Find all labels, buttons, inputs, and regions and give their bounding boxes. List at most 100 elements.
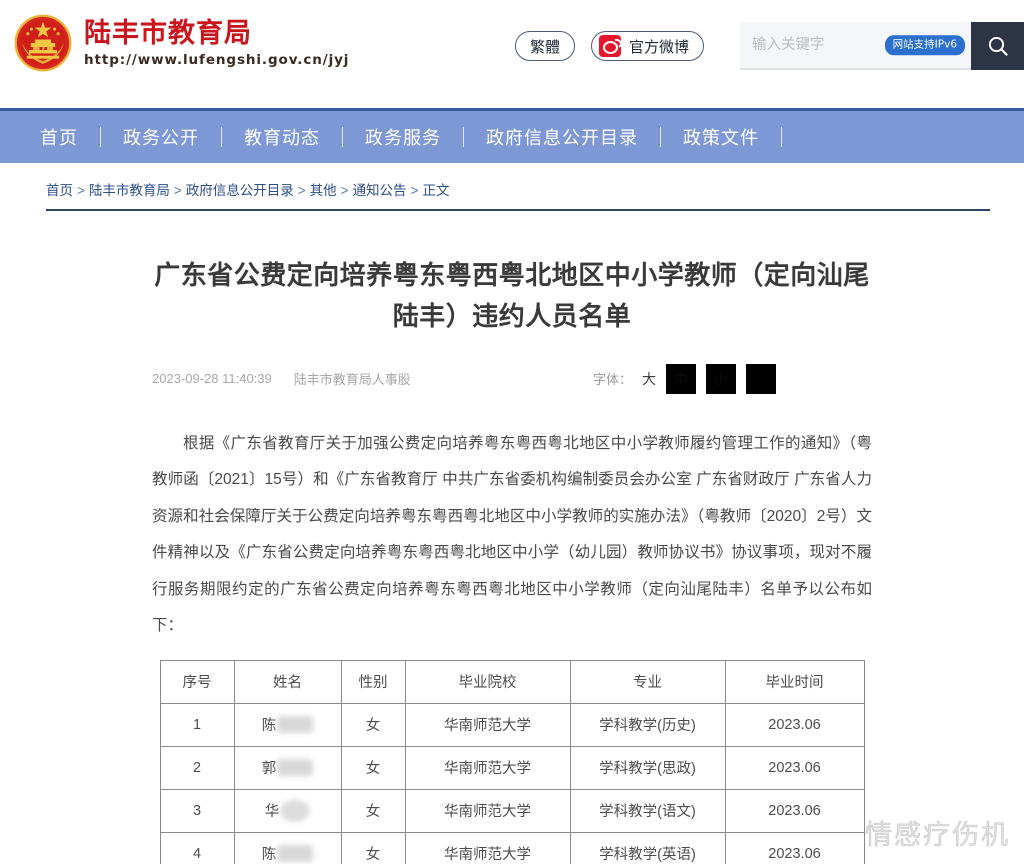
cell-school: 华南师范大学 — [405, 703, 570, 746]
font-size-controls: 字体： 大 中 小 — [593, 364, 872, 394]
redacted-name: 陈 — [262, 714, 314, 735]
cell-school: 华南师范大学 — [405, 789, 570, 832]
redacted-name: 陈 — [262, 843, 314, 864]
nav-item-affairs[interactable]: 政务公开 — [101, 124, 221, 150]
cell-sex: 女 — [341, 703, 405, 746]
page-root: 陆丰市教育局 http://www.lufengshi.gov.cn/jyj 繁… — [0, 0, 1024, 864]
search-box: 网站支持IPv6 — [740, 22, 1024, 70]
table-row: 2 郭 女华南师范大学学科教学(思政)2023.06 — [160, 746, 864, 789]
surname: 陈 — [262, 714, 277, 735]
nav-separator — [781, 127, 782, 147]
redacted-name: 郭 — [262, 757, 314, 778]
breadcrumb-separator: > — [298, 183, 306, 198]
breadcrumb-item-other[interactable]: 其他 — [310, 183, 337, 198]
nav-item-home[interactable]: 首页 — [18, 124, 100, 150]
site-header: 陆丰市教育局 http://www.lufengshi.gov.cn/jyj 繁… — [0, 0, 1024, 108]
site-brand[interactable]: 陆丰市教育局 http://www.lufengshi.gov.cn/jyj — [14, 14, 349, 72]
print-button[interactable] — [746, 364, 776, 394]
surname: 陈 — [262, 843, 277, 864]
nav-item-disclosure[interactable]: 政府信息公开目录 — [464, 124, 660, 150]
breadcrumb-separator: > — [341, 183, 349, 198]
cell-sex: 女 — [341, 746, 405, 789]
redaction-blur — [280, 800, 310, 822]
cell-grad: 2023.06 — [725, 789, 864, 832]
breadcrumb-item-home[interactable]: 首页 — [46, 183, 73, 198]
cell-no: 1 — [160, 703, 234, 746]
breadcrumb-zone: 首页>陆丰市教育局>政府信息公开目录>其他>通知公告>正文 — [0, 163, 1024, 211]
cell-no: 4 — [160, 832, 234, 864]
redaction-blur — [277, 759, 313, 776]
header-utilities: 繁體 官方微博 网站支持IPv6 — [512, 22, 1024, 76]
cell-name: 郭 — [234, 746, 341, 789]
cell-grad: 2023.06 — [725, 746, 864, 789]
column-header-name: 姓名 — [234, 660, 341, 703]
breadcrumb-separator: > — [411, 183, 419, 198]
column-header-major: 专业 — [570, 660, 725, 703]
nav-item-edu-news[interactable]: 教育动态 — [222, 124, 342, 150]
cell-grad: 2023.06 — [725, 703, 864, 746]
page-title: 广东省公费定向培养粤东粤西粤北地区中小学教师（定向汕尾陆丰）违约人员名单 — [152, 255, 872, 336]
violators-table: 序号 姓名 性别 毕业院校 专业 毕业时间 1陈女华南师范大学学科教学(历史)2… — [160, 660, 865, 864]
cell-major: 学科教学(历史) — [570, 703, 725, 746]
cell-major: 学科教学(语文) — [570, 789, 725, 832]
main-navigation: 首页 政务公开 教育动态 政务服务 政府信息公开目录 政策文件 — [0, 108, 1024, 163]
table-head: 序号 姓名 性别 毕业院校 专业 毕业时间 — [160, 660, 864, 703]
cell-grad: 2023.06 — [725, 832, 864, 864]
cell-name: 陈 — [234, 703, 341, 746]
table-body: 1陈女华南师范大学学科教学(历史)2023.062郭女华南师范大学学科教学(思政… — [160, 703, 864, 864]
column-header-sex: 性别 — [341, 660, 405, 703]
redacted-name: 华 — [265, 800, 311, 822]
table-container: 序号 姓名 性别 毕业院校 专业 毕业时间 1陈女华南师范大学学科教学(历史)2… — [152, 660, 872, 864]
article-body: 根据《广东省教育厅关于加强公费定向培养粤东粤西粤北地区中小学教师履约管理工作的通… — [152, 426, 872, 645]
nav-item-services[interactable]: 政务服务 — [343, 124, 463, 150]
article-source: 陆丰市教育局人事股 — [294, 369, 411, 388]
traditional-chinese-button[interactable]: 繁體 — [515, 31, 575, 61]
surname: 华 — [265, 800, 280, 821]
breadcrumb-item-current: 正文 — [422, 183, 449, 198]
ipv6-badge: 网站支持IPv6 — [885, 35, 965, 55]
table-row: 1 陈 女华南师范大学学科教学(历史)2023.06 — [160, 703, 864, 746]
cell-sex: 女 — [341, 789, 405, 832]
cell-name: 陈 — [234, 832, 341, 864]
column-header-no: 序号 — [160, 660, 234, 703]
font-size-small-button[interactable]: 小 — [706, 364, 736, 394]
cell-school: 华南师范大学 — [405, 832, 570, 864]
column-header-school: 毕业院校 — [405, 660, 570, 703]
search-button[interactable] — [971, 22, 1024, 70]
cell-major: 学科教学(英语) — [570, 832, 725, 864]
cell-no: 3 — [160, 789, 234, 832]
redaction-blur — [277, 845, 313, 862]
cell-name: 华 — [234, 789, 341, 832]
font-size-medium-button[interactable]: 中 — [666, 364, 696, 394]
table-row: 3 华 女华南师范大学学科教学(语文)2023.06 — [160, 789, 864, 832]
breadcrumb-divider — [46, 209, 990, 211]
weibo-icon — [599, 35, 621, 57]
breadcrumb: 首页>陆丰市教育局>政府信息公开目录>其他>通知公告>正文 — [46, 181, 990, 209]
redaction-blur — [277, 716, 313, 733]
table-row: 4 陈 女华南师范大学学科教学(英语)2023.06 — [160, 832, 864, 864]
nav-item-policy-docs[interactable]: 政策文件 — [661, 124, 781, 150]
surname: 郭 — [262, 757, 277, 778]
publish-date: 2023-09-28 11:40:39 — [152, 371, 272, 386]
breadcrumb-item-disclosure[interactable]: 政府信息公开目录 — [186, 183, 294, 198]
article-meta: 2023-09-28 11:40:39 陆丰市教育局人事股 字体： 大 中 小 — [152, 366, 872, 392]
cell-school: 华南师范大学 — [405, 746, 570, 789]
cell-major: 学科教学(思政) — [570, 746, 725, 789]
article: 广东省公费定向培养粤东粤西粤北地区中小学教师（定向汕尾陆丰）违约人员名单 202… — [0, 255, 1024, 864]
cell-no: 2 — [160, 746, 234, 789]
column-header-grad: 毕业时间 — [725, 660, 864, 703]
cell-sex: 女 — [341, 832, 405, 864]
breadcrumb-item-bureau[interactable]: 陆丰市教育局 — [89, 183, 170, 198]
brand-text-block: 陆丰市教育局 http://www.lufengshi.gov.cn/jyj — [84, 18, 349, 67]
site-url: http://www.lufengshi.gov.cn/jyj — [84, 52, 349, 68]
search-icon — [986, 34, 1010, 58]
breadcrumb-separator: > — [174, 183, 182, 198]
official-weibo-button[interactable]: 官方微博 — [591, 31, 704, 61]
font-size-large-button[interactable]: 大 — [642, 369, 656, 389]
national-emblem-icon — [14, 14, 72, 72]
breadcrumb-separator: > — [77, 183, 85, 198]
table-header-row: 序号 姓名 性别 毕业院校 专业 毕业时间 — [160, 660, 864, 703]
breadcrumb-item-notices[interactable]: 通知公告 — [353, 183, 407, 198]
site-title: 陆丰市教育局 — [84, 18, 349, 48]
official-weibo-label: 官方微博 — [629, 36, 689, 57]
